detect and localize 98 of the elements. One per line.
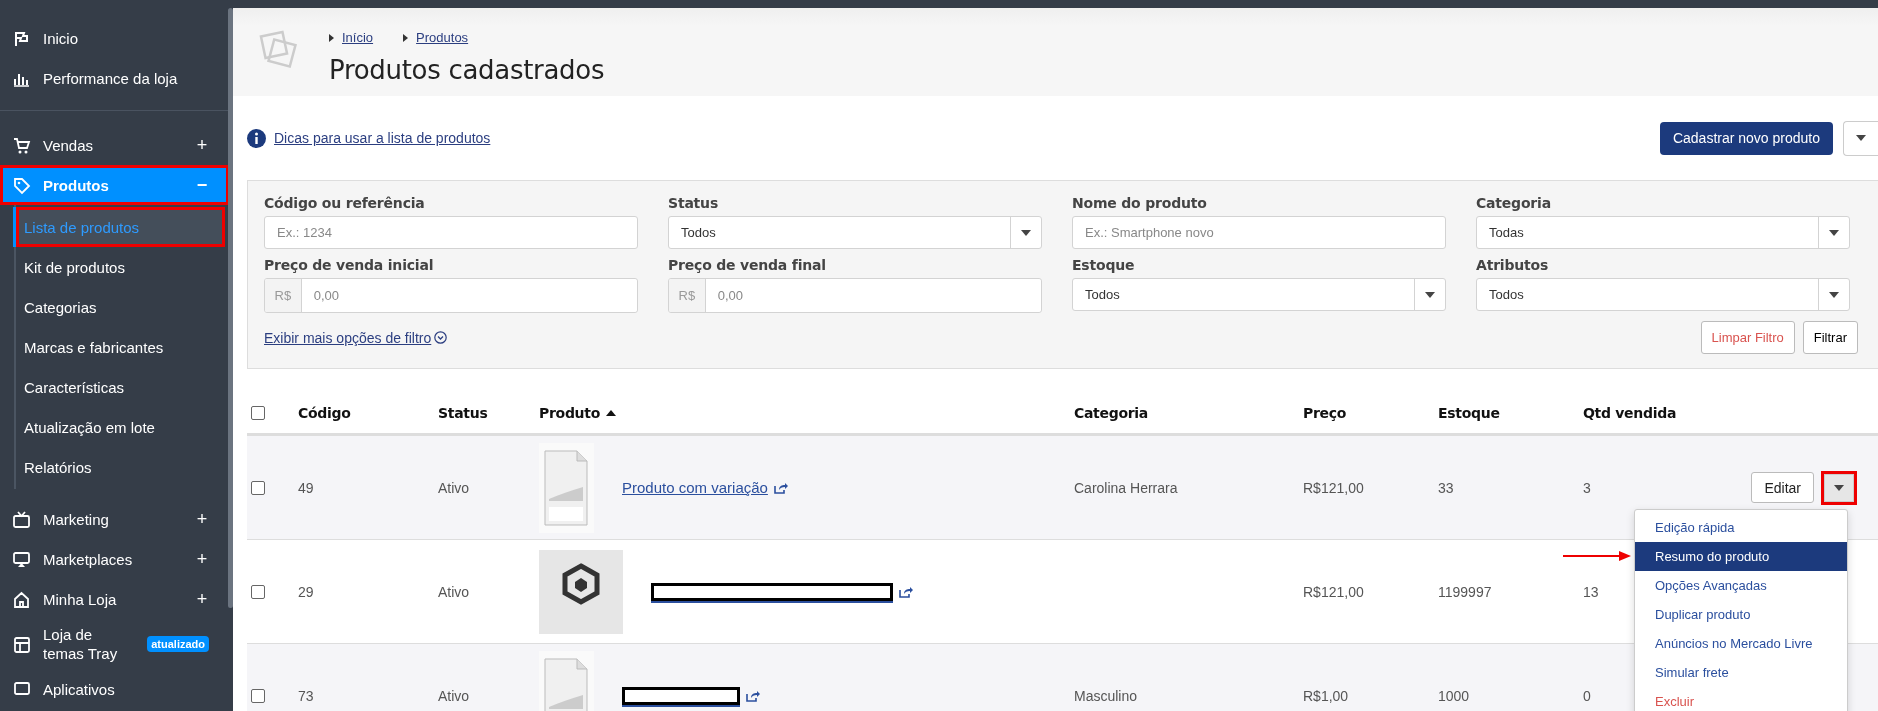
- table-cell: 1000: [1438, 687, 1470, 704]
- sidebar-item[interactable]: Loja de temas Tray atualizado: [0, 619, 229, 669]
- field-label: Categoria: [1476, 195, 1552, 211]
- page-title: Produtos cadastrados: [329, 55, 605, 85]
- breadcrumb-link[interactable]: Início: [329, 30, 374, 45]
- field-label: Preço de venda final: [668, 257, 827, 273]
- caret-icon: [1829, 229, 1839, 236]
- table-cell: 3: [1583, 479, 1591, 496]
- text-field[interactable]: Ex.: 1234: [264, 216, 638, 249]
- menu-item[interactable]: Excluir: [1635, 687, 1847, 711]
- options-dropdown-button[interactable]: [1843, 120, 1878, 156]
- expand-icon[interactable]: +: [195, 134, 209, 156]
- sidebar-item[interactable]: Aplicativos: [0, 669, 229, 709]
- sidebar-item[interactable]: Marketing +: [0, 499, 229, 539]
- checkbox[interactable]: [251, 688, 265, 703]
- menu-item[interactable]: Anúncios no Mercado Livre: [1635, 629, 1847, 658]
- filter-button[interactable]: Filtrar: [1802, 321, 1858, 354]
- table-cell: Ativo: [438, 583, 470, 600]
- menu-item[interactable]: Duplicar produto: [1635, 600, 1847, 629]
- select-field[interactable]: Todos: [1072, 278, 1446, 311]
- sidebar-item[interactable]: Minha Loja +: [0, 579, 229, 619]
- expand-icon[interactable]: +: [195, 548, 209, 570]
- sidebar-item[interactable]: Marketplaces +: [0, 539, 229, 579]
- submenu-item[interactable]: Características: [16, 367, 225, 407]
- house-icon: [12, 589, 31, 609]
- breadcrumb-link[interactable]: Produtos: [403, 30, 469, 45]
- cart-icon: [12, 135, 31, 155]
- menu-item[interactable]: Edição rápida: [1635, 513, 1847, 542]
- menu-item[interactable]: Opções Avançadas: [1635, 571, 1847, 600]
- chevron-down-icon: [434, 331, 448, 344]
- tag-icon: [12, 175, 31, 195]
- product-link[interactable]: Produto com variação: [622, 479, 768, 496]
- sidebar-item[interactable]: Inicio: [0, 18, 229, 58]
- submenu-item[interactable]: Kit de produtos: [16, 247, 225, 287]
- select-field[interactable]: Todos: [668, 216, 1042, 249]
- submenu-item[interactable]: Atualização em lote: [16, 407, 225, 447]
- sidebar-item[interactable]: Vendas +: [0, 125, 229, 165]
- table-cell: 13: [1583, 583, 1599, 600]
- external-link-icon[interactable]: [773, 481, 788, 494]
- new-product-button[interactable]: Cadastrar novo produto: [1659, 121, 1833, 155]
- sort-ascending-icon[interactable]: [606, 410, 616, 416]
- tv-icon: [12, 509, 31, 529]
- external-link-icon[interactable]: [746, 689, 760, 702]
- caret-icon: [1829, 291, 1839, 298]
- column-header[interactable]: Status: [438, 405, 488, 421]
- field-label: Preço de venda inicial: [264, 257, 435, 273]
- field-label: Status: [668, 195, 719, 211]
- table-cell: 73: [298, 687, 314, 704]
- submenu-item[interactable]: Relatórios: [16, 447, 225, 487]
- table-cell: 29: [298, 583, 314, 600]
- text-field[interactable]: Ex.: Smartphone novo: [1072, 216, 1446, 249]
- table-cell: Carolina Herrara: [1074, 479, 1178, 496]
- field-label: Atributos: [1476, 257, 1550, 273]
- select-field[interactable]: Todos: [1476, 278, 1850, 311]
- expand-icon[interactable]: +: [195, 588, 209, 610]
- updated-badge: atualizado: [147, 636, 209, 652]
- caret-icon: [1834, 484, 1844, 491]
- column-header[interactable]: Qtd vendida: [1583, 405, 1677, 421]
- table-cell: R$121,00: [1303, 583, 1364, 600]
- table-cell: 49: [298, 479, 314, 496]
- screen-icon: [12, 549, 31, 569]
- caret-icon: [1021, 229, 1031, 236]
- sidebar-item[interactable]: Performance da loja: [0, 58, 229, 98]
- menu-item[interactable]: Simular frete: [1635, 658, 1847, 687]
- table-cell: R$1,00: [1303, 687, 1349, 704]
- expand-icon[interactable]: +: [195, 508, 209, 530]
- table-cell: R$121,00: [1303, 479, 1364, 496]
- submenu-item[interactable]: Marcas e fabricantes: [16, 327, 225, 367]
- field-label: Nome do produto: [1072, 195, 1208, 211]
- external-link-icon[interactable]: [899, 585, 913, 598]
- actions-dropdown-button[interactable]: [1824, 473, 1854, 502]
- table-cell: 0: [1583, 687, 1591, 704]
- tips-link[interactable]: Dicas para usar a lista de produtos: [247, 128, 491, 148]
- field-label: Estoque: [1072, 257, 1136, 273]
- caret-icon: [1425, 291, 1435, 298]
- checkbox[interactable]: [251, 584, 265, 599]
- table-cell: Ativo: [438, 479, 470, 496]
- column-header[interactable]: Estoque: [1438, 405, 1500, 421]
- caret-icon: [1856, 135, 1866, 141]
- table-cell: Masculino: [1074, 687, 1138, 704]
- table-cell: Ativo: [438, 687, 470, 704]
- edit-button[interactable]: Editar: [1751, 472, 1814, 503]
- column-header[interactable]: Código: [298, 405, 351, 421]
- more-filters-link[interactable]: Exibir mais opções de filtro: [264, 329, 448, 346]
- layout-icon: [12, 634, 31, 654]
- column-header[interactable]: Produto: [539, 405, 600, 421]
- table-cell: 1199997: [1438, 583, 1492, 600]
- field-label: Código ou referência: [264, 195, 426, 211]
- info-icon: [247, 128, 266, 148]
- submenu-item[interactable]: Categorias: [16, 287, 225, 327]
- table-cell: 33: [1438, 479, 1454, 496]
- checkbox[interactable]: [251, 480, 265, 495]
- column-header[interactable]: Preço: [1303, 405, 1347, 421]
- clear-filter-button[interactable]: Limpar Filtro: [1700, 321, 1795, 354]
- select-field[interactable]: Todas: [1476, 216, 1850, 249]
- column-header[interactable]: Categoria: [1074, 405, 1148, 421]
- scrollbar[interactable]: [228, 8, 233, 608]
- checkbox[interactable]: [251, 406, 265, 420]
